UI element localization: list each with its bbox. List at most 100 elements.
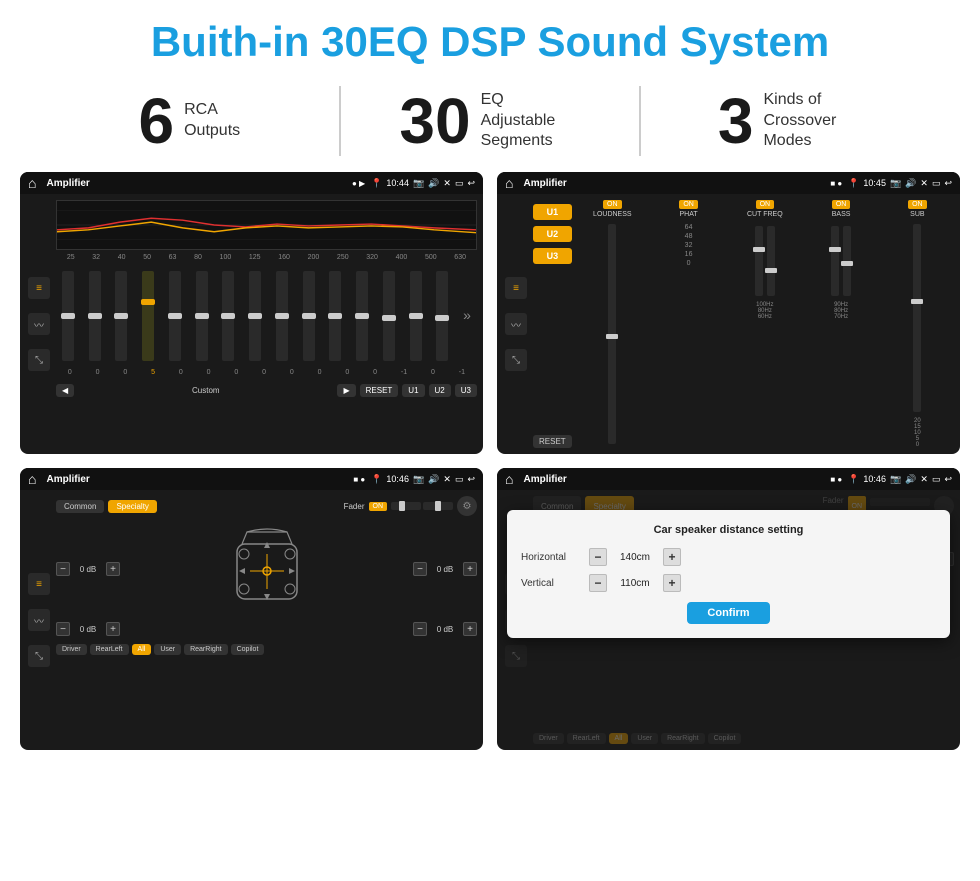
crossover-screen: ⌂ Amplifier ■ ● 📍 10:45 📷 🔊 ✕ ▭ ↩ ≡ 〰 ⤡ xyxy=(497,172,960,454)
sub-on-btn[interactable]: ON xyxy=(908,200,927,209)
crossover-sidebar-icon-1[interactable]: ≡ xyxy=(505,277,527,299)
eq-rect-icon[interactable]: ▭ xyxy=(455,178,464,189)
distance-back-icon[interactable]: ↩ xyxy=(944,474,952,485)
eq-more-icon[interactable]: » xyxy=(463,307,471,323)
distance-rect-icon[interactable]: ▭ xyxy=(932,474,941,485)
u1-button[interactable]: U1 xyxy=(533,204,572,220)
fader-minus-4[interactable]: − xyxy=(413,622,427,636)
u2-button[interactable]: U2 xyxy=(533,226,572,242)
fader-on-btn[interactable]: ON xyxy=(369,502,388,511)
distance-x-icon[interactable]: ✕ xyxy=(920,474,928,485)
dialog-confirm-button[interactable]: Confirm xyxy=(687,602,769,624)
fader-rect-icon[interactable]: ▭ xyxy=(455,474,464,485)
eq-slider-9[interactable] xyxy=(276,271,288,361)
eq-slider-3[interactable] xyxy=(115,271,127,361)
eq-slider-10[interactable] xyxy=(303,271,315,361)
fader-back-icon[interactable]: ↩ xyxy=(467,474,475,485)
eq-slider-15[interactable] xyxy=(436,271,448,361)
dialog-vertical-minus[interactable]: − xyxy=(589,574,607,592)
user-btn[interactable]: User xyxy=(154,644,181,655)
dialog-horizontal-plus[interactable]: + xyxy=(663,548,681,566)
eq-slider-5[interactable] xyxy=(169,271,181,361)
dialog-vertical-plus[interactable]: + xyxy=(663,574,681,592)
eq-sidebar: ≡ 〰 ⤡ xyxy=(26,200,52,448)
eq-main: 25 32 40 50 63 80 100 125 160 200 250 32… xyxy=(56,200,477,448)
crossover-back-icon[interactable]: ↩ xyxy=(944,178,952,189)
crossover-sidebar-icon-3[interactable]: ⤡ xyxy=(505,349,527,371)
common-tab[interactable]: Common xyxy=(56,500,104,513)
freq-80: 80 xyxy=(194,254,202,261)
driver-btn[interactable]: Driver xyxy=(56,644,87,655)
eq-slider-12[interactable] xyxy=(356,271,368,361)
eq-play-btn[interactable]: ▶ xyxy=(337,384,355,397)
fader-time: 10:46 xyxy=(386,474,409,484)
phat-on-btn[interactable]: ON xyxy=(679,200,698,209)
eq-reset-btn[interactable]: RESET xyxy=(360,384,399,397)
loudness-track[interactable] xyxy=(608,224,616,444)
eq-u3-btn[interactable]: U3 xyxy=(455,384,477,397)
eq-slider-13[interactable] xyxy=(383,271,395,361)
eq-slider-4[interactable] xyxy=(142,271,154,361)
bass-track-f[interactable] xyxy=(831,226,839,296)
status-bar-crossover: ⌂ Amplifier ■ ● 📍 10:45 📷 🔊 ✕ ▭ ↩ xyxy=(497,172,960,194)
crossover-rect-icon[interactable]: ▭ xyxy=(932,178,941,189)
eq-slider-2[interactable] xyxy=(89,271,101,361)
eq-back-icon[interactable]: ↩ xyxy=(467,178,475,189)
copilot-btn[interactable]: Copilot xyxy=(231,644,265,655)
fader-minus-3[interactable]: − xyxy=(56,622,70,636)
eq-sidebar-icon-1[interactable]: ≡ xyxy=(28,277,50,299)
rear-left-btn[interactable]: RearLeft xyxy=(90,644,129,655)
home-icon-crossover[interactable]: ⌂ xyxy=(505,175,513,191)
eq-vol-icon: 🔊 xyxy=(428,178,439,189)
crossover-x-icon[interactable]: ✕ xyxy=(920,178,928,189)
specialty-tab[interactable]: Specialty xyxy=(108,500,156,513)
eq-slider-7[interactable] xyxy=(222,271,234,361)
eq-prev-btn[interactable]: ◀ xyxy=(56,384,74,397)
fader-x-icon[interactable]: ✕ xyxy=(443,474,451,485)
rear-right-btn[interactable]: RearRight xyxy=(184,644,228,655)
fader-sidebar-icon-3[interactable]: ⤡ xyxy=(28,645,50,667)
fader-h-track-1[interactable] xyxy=(391,502,421,510)
eq-x-icon[interactable]: ✕ xyxy=(443,178,451,189)
crossover-reset-btn[interactable]: RESET xyxy=(533,435,572,448)
eq-u2-btn[interactable]: U2 xyxy=(429,384,451,397)
eq-sidebar-icon-2[interactable]: 〰 xyxy=(28,313,50,335)
loudness-on-btn[interactable]: ON xyxy=(603,200,622,209)
eq-sidebar-icon-3[interactable]: ⤡ xyxy=(28,349,50,371)
u3-button[interactable]: U3 xyxy=(533,248,572,264)
fader-sidebar-icon-2[interactable]: 〰 xyxy=(28,609,50,631)
home-icon-eq[interactable]: ⌂ xyxy=(28,175,36,191)
eq-slider-1[interactable] xyxy=(62,271,74,361)
eq-content: ≡ 〰 ⤡ xyxy=(20,194,483,454)
eq-slider-14[interactable] xyxy=(410,271,422,361)
eq-slider-6[interactable] xyxy=(196,271,208,361)
sub-track[interactable] xyxy=(913,224,921,412)
bass-track-g[interactable] xyxy=(843,226,851,296)
fader-plus-2[interactable]: + xyxy=(463,562,477,576)
sub-col: ON SUB 20151050 xyxy=(881,200,954,448)
fader-plus-3[interactable]: + xyxy=(106,622,120,636)
all-btn[interactable]: All xyxy=(132,644,152,655)
fader-h-track-2[interactable] xyxy=(423,502,453,510)
cutfreq-on-btn[interactable]: ON xyxy=(756,200,775,209)
crossover-title: Amplifier xyxy=(523,178,824,189)
cutfreq-track-f[interactable] xyxy=(767,226,775,296)
home-icon-distance[interactable]: ⌂ xyxy=(505,471,513,487)
fader-plus-1[interactable]: + xyxy=(106,562,120,576)
eq-u1-btn[interactable]: U1 xyxy=(402,384,424,397)
dialog-horizontal-minus[interactable]: − xyxy=(589,548,607,566)
distance-time: 10:46 xyxy=(863,474,886,484)
fader-minus-1[interactable]: − xyxy=(56,562,70,576)
fader-minus-2[interactable]: − xyxy=(413,562,427,576)
fader-sidebar-icon-1[interactable]: ≡ xyxy=(28,573,50,595)
settings-icon[interactable]: ⚙ xyxy=(457,496,477,516)
stat-number-eq: 30 xyxy=(399,89,470,153)
fader-plus-4[interactable]: + xyxy=(463,622,477,636)
cutfreq-track-g[interactable] xyxy=(755,226,763,296)
eq-slider-8[interactable] xyxy=(249,271,261,361)
eq-slider-11[interactable] xyxy=(329,271,341,361)
home-icon-fader[interactable]: ⌂ xyxy=(28,471,36,487)
bass-on-btn[interactable]: ON xyxy=(832,200,851,209)
crossover-sidebar-icon-2[interactable]: 〰 xyxy=(505,313,527,335)
stat-label-eq: EQ AdjustableSegments xyxy=(481,90,581,152)
